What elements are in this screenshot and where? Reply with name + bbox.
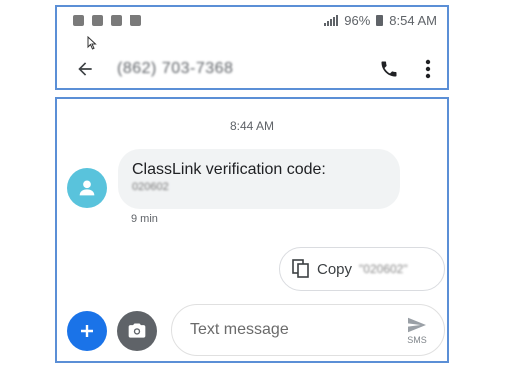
status-right: 96% 8:54 AM xyxy=(324,13,437,28)
message-bubble[interactable]: ClassLink verification code: 020602 xyxy=(118,149,400,209)
mouse-cursor-icon xyxy=(87,36,97,50)
person-icon xyxy=(79,180,95,196)
camera-icon xyxy=(128,323,146,338)
notification-icon xyxy=(73,14,84,26)
copy-label: Copy xyxy=(317,260,353,278)
send-button[interactable]: SMS xyxy=(406,316,428,345)
notification-icon xyxy=(111,14,122,26)
status-bar: 96% 8:54 AM xyxy=(57,7,447,33)
app-bar: (862) 703-7368 xyxy=(57,49,447,89)
message-input[interactable] xyxy=(188,320,406,340)
phone-icon[interactable] xyxy=(379,59,399,79)
notification-icon xyxy=(92,14,103,26)
battery-icon xyxy=(376,14,384,26)
message-age: 9 min xyxy=(131,213,158,225)
plus-icon xyxy=(81,325,93,337)
camera-button[interactable] xyxy=(117,311,157,351)
send-icon xyxy=(408,317,426,332)
send-label: SMS xyxy=(407,334,427,345)
conversation-panel: 8:44 AM ClassLink verification code: 020… xyxy=(55,97,449,363)
copy-code-chip[interactable]: Copy "020602" xyxy=(279,247,445,291)
notification-icon xyxy=(130,14,141,26)
copy-icon xyxy=(292,259,309,278)
copy-code: "020602" xyxy=(359,262,408,276)
back-arrow-icon[interactable] xyxy=(75,59,95,79)
conversation-timestamp: 8:44 AM xyxy=(229,119,275,133)
add-attachment-button[interactable] xyxy=(67,311,107,351)
battery-percent: 96% xyxy=(344,12,371,28)
message-text: ClassLink verification code: xyxy=(132,161,326,178)
contact-title: (862) 703-7368 xyxy=(117,60,234,77)
signal-icon xyxy=(324,14,339,26)
top-panel: 96% 8:54 AM (862) 703-7368 xyxy=(55,5,449,90)
status-time: 8:54 AM xyxy=(389,12,437,28)
avatar[interactable] xyxy=(67,168,107,208)
compose-box: SMS xyxy=(171,304,445,356)
notification-icons xyxy=(73,14,141,26)
more-vert-icon[interactable] xyxy=(425,59,431,79)
verification-code: 020602 xyxy=(132,181,169,193)
